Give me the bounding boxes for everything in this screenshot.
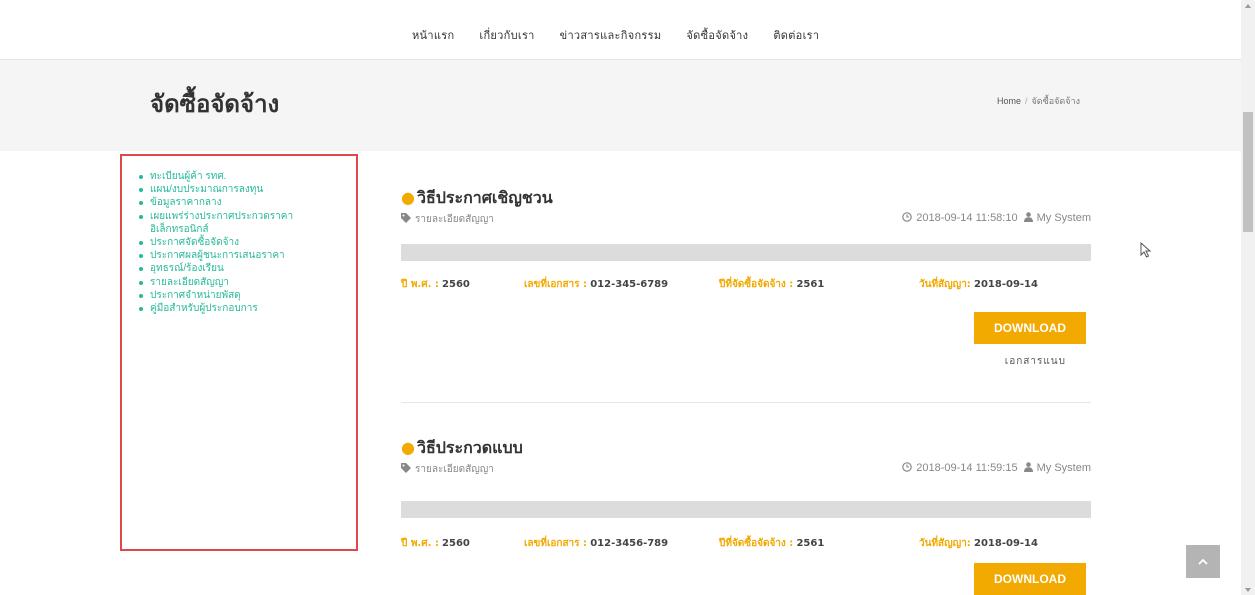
field-contract-date: วันที่สัญญา: 2018-09-14 [919,277,1038,292]
post-meta: 2018-09-14 11:59:15 My System [902,462,1091,474]
nav-home[interactable]: หน้าแรก [412,26,454,44]
field-doc-no-value: 012-3456-789 [590,538,669,549]
field-proc-year: ปีที่จัดซื้อจัดจ้าง : 2561 [719,277,824,292]
nav-news[interactable]: ข่าวสารและกิจกรรม [560,26,662,44]
progress-bar [401,244,1091,261]
post-item: ● วิธีประกาศเชิญชวน รายละเอียดสัญญา 2018-… [401,186,1091,376]
post-category-text: รายละเอียดสัญญา [415,464,494,475]
field-year-label: ปี พ.ศ. : [401,538,439,549]
post-title-text: วิธีประกาศเชิญชวน [416,188,553,207]
top-nav: หน้าแรก เกี่ยวกับเรา ข่าวสารและกิจกรรม จ… [0,0,1241,60]
vertical-scrollbar[interactable] [1241,0,1255,595]
post-author: My System [1036,212,1091,224]
scroll-down-arrow-icon[interactable] [1245,588,1251,592]
post-title[interactable]: ● วิธีประกวดแบบ [401,436,523,461]
sidebar-list: ทะเบียนผู้ค้า รทศ. แผน/งบประมาณการลงทุน … [122,156,356,315]
scrollbar-thumb[interactable] [1243,112,1253,232]
user-icon [1023,212,1033,222]
sidebar-item-procurement-announcement[interactable]: ประกาศจัดซื้อจัดจ้าง [139,236,350,249]
post-divider [401,402,1091,403]
sidebar-menu: ทะเบียนผู้ค้า รทศ. แผน/งบประมาณการลงทุน … [120,154,358,551]
field-proc-year-value: 2561 [796,538,825,549]
sidebar-item-winner-announcement[interactable]: ประกาศผลผู้ชนะการเสนอราคา [139,249,350,262]
post-author: My System [1036,462,1091,474]
post-category-text: รายละเอียดสัญญา [415,214,494,225]
field-contract-date-label: วันที่สัญญา: [919,279,971,290]
field-contract-date-label: วันที่สัญญา: [919,538,971,549]
sidebar-item-disposal-announcement[interactable]: ประกาศจำหน่ายพัสดุ [139,289,350,302]
bullet-icon: ● [401,188,415,207]
post-category[interactable]: รายละเอียดสัญญา [401,212,494,227]
clock-icon [902,462,913,472]
attachment-label: เอกสารแนบ [1004,356,1066,367]
sidebar-item-contract-details[interactable]: รายละเอียดสัญญา [139,276,350,289]
field-doc-no: เลขที่เอกสาร : 012-345-6789 [524,277,668,292]
sidebar-item-operator-manual[interactable]: คู่มือสำหรับผู้ประกอบการ [139,302,350,315]
field-doc-no-label: เลขที่เอกสาร : [524,538,588,549]
post-item: ● วิธีประกวดแบบ รายละเอียดสัญญา 2018-09-1… [401,436,1091,595]
back-to-top-button[interactable] [1186,545,1220,578]
nav-procurement[interactable]: จัดซื้อจัดจ้าง [686,26,748,44]
field-doc-no-value: 012-345-6789 [590,279,669,290]
breadcrumb-separator: / [1025,96,1028,106]
field-year-value: 2560 [442,279,470,290]
progress-bar [401,501,1091,518]
post-fields: ปี พ.ศ. : 2560 เลขที่เอกสาร : 012-345-67… [401,277,1091,291]
post-title-text: วิธีประกวดแบบ [416,438,523,457]
sidebar-item-appeal[interactable]: อุทธรณ์/ร้องเรียน [139,262,350,275]
post-meta: 2018-09-14 11:58:10 My System [902,212,1091,224]
page-header: จัดซื้อจัดจ้าง Home / จัดซื้อจัดจ้าง [0,60,1241,151]
user-icon [1023,462,1033,472]
field-year: ปี พ.ศ. : 2560 [401,277,470,292]
chevron-up-icon [1198,558,1208,565]
sidebar-item-e-bidding-draft[interactable]: เผยแพร่ร่างประกาศประกวดราคาอิเล็กทรอนิกส… [139,210,350,236]
field-contract-date-value: 2018-09-14 [974,538,1038,549]
field-proc-year: ปีที่จัดซื้อจัดจ้าง : 2561 [719,536,824,551]
field-contract-date: วันที่สัญญา: 2018-09-14 [919,536,1038,551]
field-proc-year-value: 2561 [796,279,825,290]
post-datetime: 2018-09-14 11:58:10 [916,212,1018,224]
nav-about[interactable]: เกี่ยวกับเรา [479,26,534,44]
post-datetime: 2018-09-14 11:59:15 [916,462,1018,474]
download-button[interactable]: DOWNLOAD [974,312,1086,344]
sidebar-item-vendor-registry[interactable]: ทะเบียนผู้ค้า รทศ. [139,170,350,183]
post-title[interactable]: ● วิธีประกาศเชิญชวน [401,186,553,211]
page-title: จัดซื้อจัดจ้าง [150,90,280,118]
clock-icon [902,212,913,222]
field-year-value: 2560 [442,538,470,549]
field-contract-date-value: 2018-09-14 [974,279,1038,290]
breadcrumb: Home / จัดซื้อจัดจ้าง [997,94,1080,108]
field-year: ปี พ.ศ. : 2560 [401,536,470,551]
tag-icon [401,213,411,223]
post-category[interactable]: รายละเอียดสัญญา [401,462,494,477]
field-proc-year-label: ปีที่จัดซื้อจัดจ้าง : [719,538,794,549]
field-year-label: ปี พ.ศ. : [401,279,439,290]
main-menu: หน้าแรก เกี่ยวกับเรา ข่าวสารและกิจกรรม จ… [412,26,844,44]
field-doc-no-label: เลขที่เอกสาร : [524,279,588,290]
nav-contact[interactable]: ติดต่อเรา [773,26,819,44]
mouse-cursor-icon [1140,242,1152,258]
breadcrumb-home[interactable]: Home [997,96,1021,106]
download-button[interactable]: DOWNLOAD [974,563,1086,595]
field-doc-no: เลขที่เอกสาร : 012-3456-789 [524,536,668,551]
breadcrumb-current: จัดซื้อจัดจ้าง [1031,96,1081,106]
field-proc-year-label: ปีที่จัดซื้อจัดจ้าง : [719,279,794,290]
sidebar-item-investment-plan[interactable]: แผน/งบประมาณการลงทุน [139,183,350,196]
post-fields: ปี พ.ศ. : 2560 เลขที่เอกสาร : 012-3456-7… [401,536,1091,550]
sidebar-item-median-price[interactable]: ข้อมูลราคากลาง [139,196,350,209]
tag-icon [401,463,411,473]
scroll-up-arrow-icon[interactable] [1245,4,1251,8]
bullet-icon: ● [401,438,415,457]
